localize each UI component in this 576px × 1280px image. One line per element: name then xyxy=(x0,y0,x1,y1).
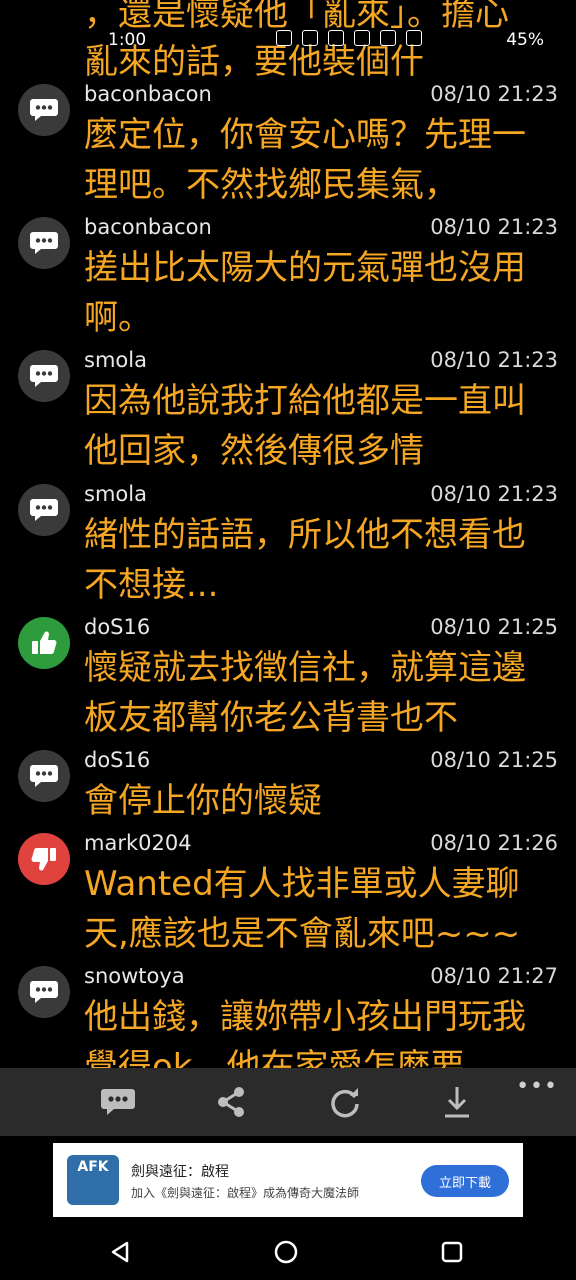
comment-line: 亂來的話，要他裝個什 xyxy=(84,42,424,82)
comment-time: 08/10 21:26 xyxy=(430,831,558,855)
comment-bubble-icon xyxy=(30,99,58,121)
bottom-toolbar: ••• xyxy=(0,1068,576,1136)
comment-text: Wanted有人找非單或人妻聊 天,應該也是不會亂來吧~~~ xyxy=(84,859,554,959)
comment-text: 懷疑就去找徵信社，就算這邊 板友都幫你老公背書也不 xyxy=(84,643,554,743)
comment-icon xyxy=(101,1089,135,1115)
ad-subtitle: 加入《劍與遠征：啟程》成為傳奇大魔法師 xyxy=(131,1186,360,1200)
comment-line: 他回家，然後傳很多情 xyxy=(84,431,424,471)
home-icon xyxy=(274,1240,298,1264)
back-button[interactable] xyxy=(104,1236,136,1268)
comment-time: 08/10 21:27 xyxy=(430,964,558,988)
recents-icon xyxy=(441,1241,463,1263)
comment-author: smola xyxy=(84,348,147,372)
comment-line: 因為他說我打給他都是一直叫 xyxy=(84,381,526,421)
comment-bubble-icon xyxy=(30,499,58,521)
ad-banner-area: AFK 劍與遠征：啟程 加入《劍與遠征：啟程》成為傳奇大魔法師 立即下載 xyxy=(0,1136,576,1224)
comment-line: ，還是懷疑他「亂來」。擔心 xyxy=(84,0,509,34)
comment-time: 08/10 21:25 xyxy=(430,615,558,639)
comment-line: 緒性的話語，所以他不想看也 xyxy=(84,515,526,555)
partial-comment-text: ，還是懷疑他「亂來」。擔心 亂來的話，要他裝個什 xyxy=(84,0,509,88)
comment-button[interactable] xyxy=(98,1082,138,1122)
comment-author: doS16 xyxy=(84,615,151,639)
download-icon xyxy=(445,1087,469,1118)
system-nav-bar xyxy=(0,1224,576,1280)
ad-download-button[interactable]: 立即下載 xyxy=(421,1165,509,1197)
comment-avatar xyxy=(18,217,70,269)
comment-line: 啊。 xyxy=(84,298,152,338)
comment-bubble-icon xyxy=(30,232,58,254)
comment-avatar xyxy=(18,750,70,802)
comment-line: 麼定位，你會安心嗎？先理一 xyxy=(84,115,526,155)
comment-avatar xyxy=(18,833,70,885)
comment-text: 因為他說我打給他都是一直叫 他回家，然後傳很多情 xyxy=(84,376,554,476)
comment-text: 搓出比太陽大的元氣彈也沒用 啊。 xyxy=(84,243,554,343)
comment-text: 他出錢，讓妳帶小孩出門玩我 覺得ok，他在家愛怎麼要 xyxy=(84,992,554,1068)
share-icon xyxy=(218,1087,244,1117)
thumbs-down-icon xyxy=(31,848,56,871)
ad-title: 劍與遠征：啟程 xyxy=(131,1164,229,1180)
comment-time: 08/10 21:23 xyxy=(430,82,558,106)
comment-avatar xyxy=(18,966,70,1018)
back-icon xyxy=(111,1241,129,1263)
comment-bubble-icon xyxy=(30,365,58,387)
comment-bubble-icon xyxy=(30,765,58,787)
comment-time: 08/10 21:23 xyxy=(430,348,558,372)
comment-line: 理吧。不然找鄉民集氣， xyxy=(84,165,458,205)
comment-text: 會停止你的懷疑 xyxy=(84,776,554,826)
comment-avatar xyxy=(18,84,70,136)
ad-banner[interactable]: AFK 劍與遠征：啟程 加入《劍與遠征：啟程》成為傳奇大魔法師 立即下載 xyxy=(53,1143,523,1217)
comment-author: baconbacon xyxy=(84,82,212,106)
comment-text: 麼定位，你會安心嗎？先理一 理吧。不然找鄉民集氣， xyxy=(84,110,554,210)
comment-avatar xyxy=(18,617,70,669)
comment-avatar xyxy=(18,484,70,536)
comment-text: 緒性的話語，所以他不想看也 不想接... xyxy=(84,510,554,610)
comment-line: 他出錢，讓妳帶小孩出門玩我 xyxy=(84,997,526,1037)
comment-line: 懷疑就去找徵信社，就算這邊 xyxy=(84,648,526,688)
comment-time: 08/10 21:23 xyxy=(430,215,558,239)
comment-line: 會停止你的懷疑 xyxy=(84,781,322,821)
comment-author: doS16 xyxy=(84,748,151,772)
share-button[interactable] xyxy=(211,1082,251,1122)
comment-line: 搓出比太陽大的元氣彈也沒用 xyxy=(84,248,526,288)
refresh-icon xyxy=(331,1088,359,1118)
home-button[interactable] xyxy=(270,1236,302,1268)
more-options-button[interactable]: ••• xyxy=(516,1074,558,1099)
thumbs-up-icon xyxy=(32,631,57,654)
comment-author: baconbacon xyxy=(84,215,212,239)
recents-button[interactable] xyxy=(436,1236,468,1268)
comment-time: 08/10 21:23 xyxy=(430,482,558,506)
comment-avatar xyxy=(18,350,70,402)
comment-author: smola xyxy=(84,482,147,506)
comment-line: 不想接... xyxy=(84,565,219,605)
comment-line: 天,應該也是不會亂來吧~~~ xyxy=(84,914,521,954)
comment-line: Wanted有人找非單或人妻聊 xyxy=(84,864,520,904)
download-button[interactable] xyxy=(437,1082,477,1122)
ad-app-icon: AFK xyxy=(67,1155,119,1205)
comment-line: 覺得ok，他在家愛怎麼要 xyxy=(84,1047,465,1068)
comment-line: 板友都幫你老公背書也不 xyxy=(84,698,458,738)
comment-author: snowtoya xyxy=(84,964,185,988)
comment-author: mark0204 xyxy=(84,831,192,855)
comment-bubble-icon xyxy=(30,981,58,1003)
comment-time: 08/10 21:25 xyxy=(430,748,558,772)
comment-feed[interactable]: ，還是懷疑他「亂來」。擔心 亂來的話，要他裝個什 baconbacon 08/1… xyxy=(0,0,576,1068)
refresh-button[interactable] xyxy=(325,1082,365,1122)
